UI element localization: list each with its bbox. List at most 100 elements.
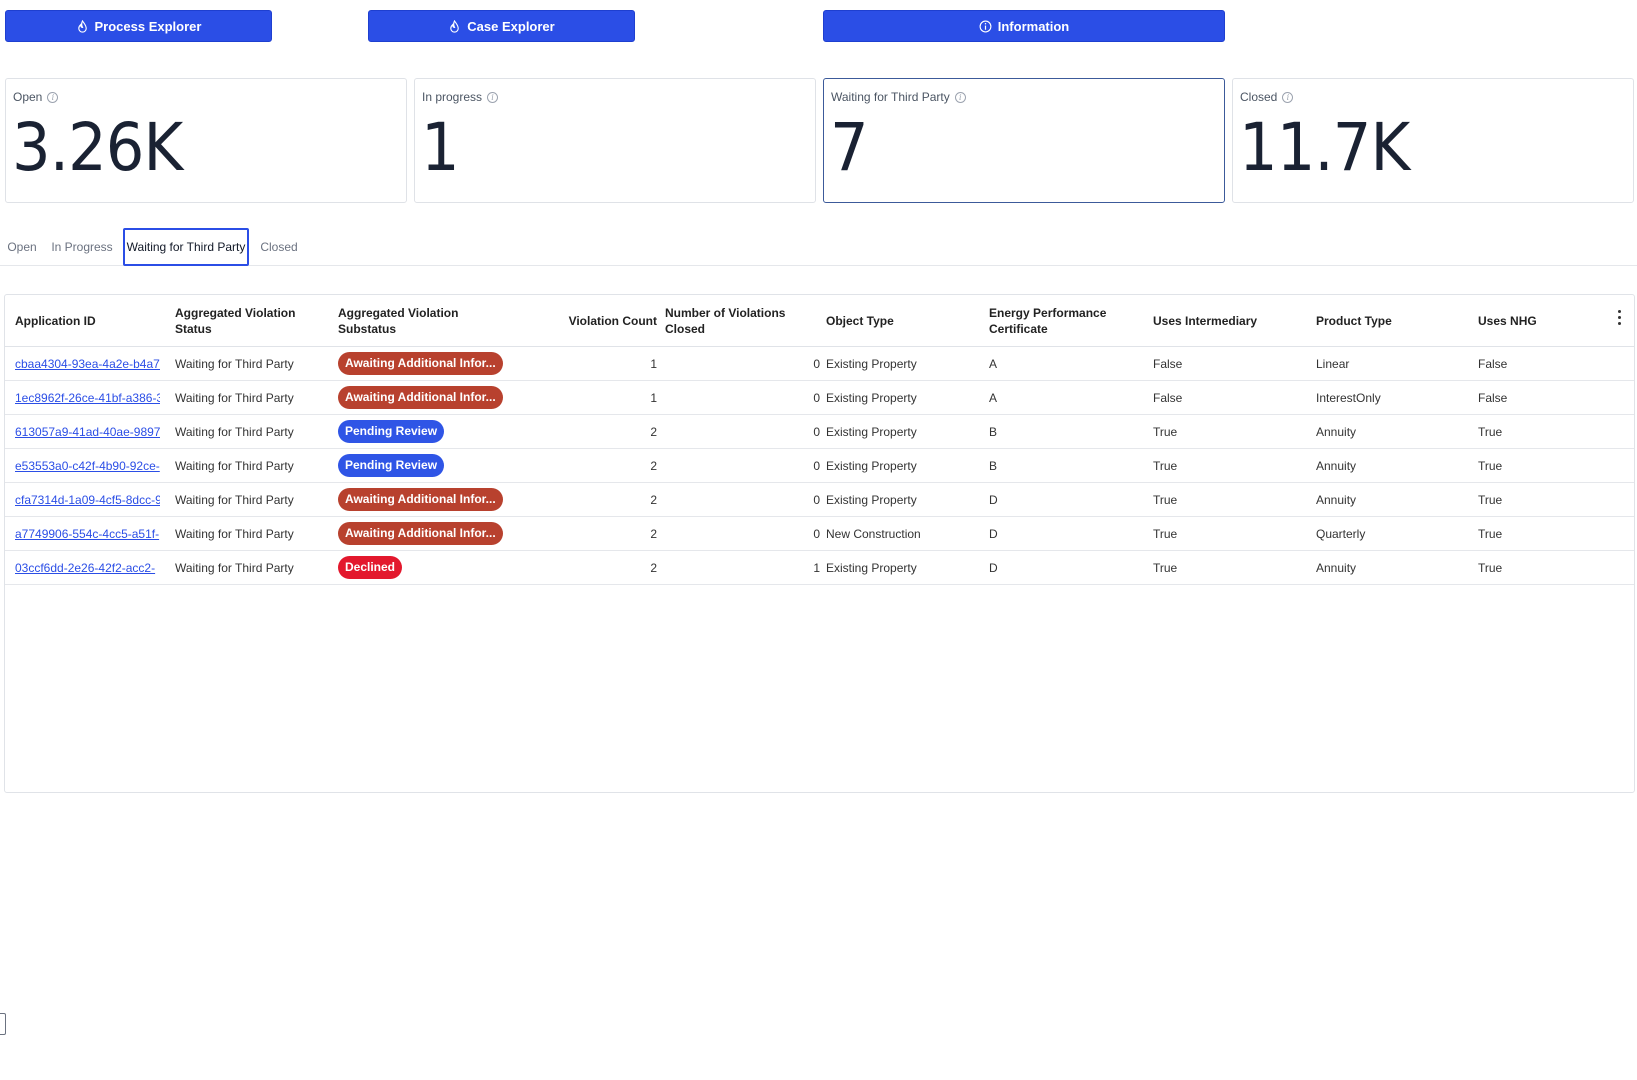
information-button[interactable]: Information <box>823 10 1225 42</box>
violations-closed-cell: 0 <box>813 356 820 371</box>
application-id-cell: 03ccf6dd-2e26-42f2-acc2- <box>15 551 165 584</box>
substatus-badge: Declined <box>338 556 403 579</box>
flame-icon <box>450 19 460 33</box>
kpi-label: Open <box>13 90 43 104</box>
substatus-cell: Pending Review <box>338 415 548 448</box>
substatus-cell: Awaiting Additional Infor... <box>338 483 548 516</box>
substatus-cell: Awaiting Additional Infor... <box>338 347 548 380</box>
violations-closed-cell: 0 <box>813 526 820 541</box>
application-id-link[interactable]: cfa7314d-1a09-4cf5-8dcc-9 <box>15 493 160 507</box>
column-header-violation-count[interactable]: Violation Count <box>545 295 657 347</box>
tab-waiting-for-third-party[interactable]: Waiting for Third Party <box>123 228 249 266</box>
application-id-cell: cfa7314d-1a09-4cf5-8dcc-9 <box>15 483 165 516</box>
uses-nhg-cell: True <box>1478 458 1503 473</box>
application-id-link[interactable]: 1ec8962f-26ce-41bf-a386-3 <box>15 391 160 405</box>
substatus-badge: Awaiting Additional Infor... <box>338 488 503 511</box>
violation-count-cell: 1 <box>650 390 657 405</box>
application-id-cell: a7749906-554c-4cc5-a51f- <box>15 517 165 550</box>
substatus-badge: Pending Review <box>338 454 445 477</box>
violation-count-cell: 2 <box>650 424 657 439</box>
kpi-card-waiting[interactable]: Waiting for Third Party i 7 <box>823 78 1225 203</box>
info-icon[interactable]: i <box>1282 91 1294 103</box>
column-header-application-id[interactable]: Application ID <box>15 295 165 347</box>
process-explorer-label: Process Explorer <box>94 18 202 34</box>
uses-nhg-cell: False <box>1478 356 1508 371</box>
information-label: Information <box>997 18 1070 34</box>
kpi-card-in-progress[interactable]: In progress i 1 <box>414 78 816 203</box>
uses-nhg-cell: True <box>1478 560 1503 575</box>
product-type-cell: Annuity <box>1316 492 1357 507</box>
tab-in-progress[interactable]: In Progress <box>48 228 116 266</box>
table-row[interactable]: cfa7314d-1a09-4cf5-8dcc-9 Waiting for Thi… <box>5 483 1634 517</box>
case-explorer-button[interactable]: Case Explorer <box>368 10 635 42</box>
uses-intermediary-cell: False <box>1153 356 1183 371</box>
object-type-cell: Existing Property <box>826 390 917 405</box>
side-panel-handle[interactable] <box>0 1013 6 1035</box>
info-icon[interactable]: i <box>47 91 59 103</box>
table-row[interactable]: 613057a9-41ad-40ae-9897- Waiting for Thir… <box>5 415 1634 449</box>
column-header-epc[interactable]: Energy Performance Certificate <box>989 295 1109 347</box>
status-cell: Waiting for Third Party <box>175 356 294 371</box>
status-cell: Waiting for Third Party <box>175 492 294 507</box>
application-id-link[interactable]: 03ccf6dd-2e26-42f2-acc2- <box>15 561 160 575</box>
substatus-cell: Awaiting Additional Infor... <box>338 381 548 414</box>
uses-nhg-cell: True <box>1478 492 1503 507</box>
table-row[interactable]: e53553a0-c42f-4b90-92ce- Waiting for Thir… <box>5 449 1634 483</box>
object-type-cell: Existing Property <box>826 356 917 371</box>
tab-open[interactable]: Open <box>2 228 42 266</box>
object-type-cell: Existing Property <box>826 458 917 473</box>
violation-count-cell: 2 <box>650 526 657 541</box>
uses-intermediary-cell: True <box>1153 424 1178 439</box>
table-row[interactable]: cbaa4304-93ea-4a2e-b4a7- Waiting for Thir… <box>5 347 1634 381</box>
product-type-cell: Annuity <box>1316 424 1357 439</box>
epc-cell: A <box>989 356 998 371</box>
column-header-aggregated-status[interactable]: Aggregated Violation Status <box>175 295 330 347</box>
status-cell: Waiting for Third Party <box>175 560 294 575</box>
product-type-cell: Linear <box>1316 356 1350 371</box>
more-options-icon[interactable] <box>1618 310 1622 328</box>
product-type-cell: Annuity <box>1316 458 1357 473</box>
tab-closed[interactable]: Closed <box>256 228 302 266</box>
epc-cell: D <box>989 492 998 507</box>
info-icon[interactable]: i <box>954 91 966 103</box>
table-row[interactable]: a7749906-554c-4cc5-a51f- Waiting for Thir… <box>5 517 1634 551</box>
column-header-aggregated-substatus[interactable]: Aggregated Violation Substatus <box>338 295 468 347</box>
violations-closed-cell: 0 <box>813 492 820 507</box>
column-header-uses-intermediary[interactable]: Uses Intermediary <box>1153 295 1308 347</box>
kpi-card-open[interactable]: Open i 3.26K <box>5 78 407 203</box>
application-id-link[interactable]: 613057a9-41ad-40ae-9897- <box>15 425 160 439</box>
epc-cell: B <box>989 424 998 439</box>
column-header-label: Aggregated Violation Substatus <box>338 306 459 336</box>
violations-closed-cell: 0 <box>813 424 820 439</box>
application-id-link[interactable]: cbaa4304-93ea-4a2e-b4a7- <box>15 357 160 371</box>
violations-closed-cell: 0 <box>813 458 820 473</box>
info-icon[interactable]: i <box>487 91 499 103</box>
substatus-badge: Awaiting Additional Infor... <box>338 386 503 409</box>
column-header-violations-closed[interactable]: Number of Violations Closed <box>665 295 820 347</box>
application-id-link[interactable]: e53553a0-c42f-4b90-92ce- <box>15 459 160 473</box>
epc-cell: B <box>989 458 998 473</box>
uses-nhg-cell: True <box>1478 424 1503 439</box>
column-header-label: Energy Performance Certificate <box>989 306 1107 336</box>
column-header-object-type[interactable]: Object Type <box>826 295 981 347</box>
kpi-value: 7 <box>830 109 869 186</box>
process-explorer-button[interactable]: Process Explorer <box>5 10 272 42</box>
status-cell: Waiting for Third Party <box>175 390 294 405</box>
info-icon <box>979 20 992 32</box>
application-id-cell: 1ec8962f-26ce-41bf-a386-3 <box>15 381 165 414</box>
column-header-product-type[interactable]: Product Type <box>1316 295 1471 347</box>
uses-nhg-cell: False <box>1478 390 1508 405</box>
violation-count-cell: 1 <box>650 356 657 371</box>
table-row[interactable]: 1ec8962f-26ce-41bf-a386-3 Waiting for Thi… <box>5 381 1634 415</box>
application-id-link[interactable]: a7749906-554c-4cc5-a51f- <box>15 527 160 541</box>
column-header-uses-nhg[interactable]: Uses NHG <box>1478 295 1618 347</box>
object-type-cell: Existing Property <box>826 424 917 439</box>
table-row[interactable]: 03ccf6dd-2e26-42f2-acc2- Waiting for Thir… <box>5 551 1634 585</box>
substatus-badge: Pending Review <box>338 420 445 443</box>
kpi-card-closed[interactable]: Closed i 11.7K <box>1232 78 1634 203</box>
epc-cell: A <box>989 390 998 405</box>
object-type-cell: Existing Property <box>826 560 917 575</box>
epc-cell: D <box>989 526 998 541</box>
case-explorer-label: Case Explorer <box>467 18 555 34</box>
substatus-badge: Awaiting Additional Infor... <box>338 352 503 375</box>
